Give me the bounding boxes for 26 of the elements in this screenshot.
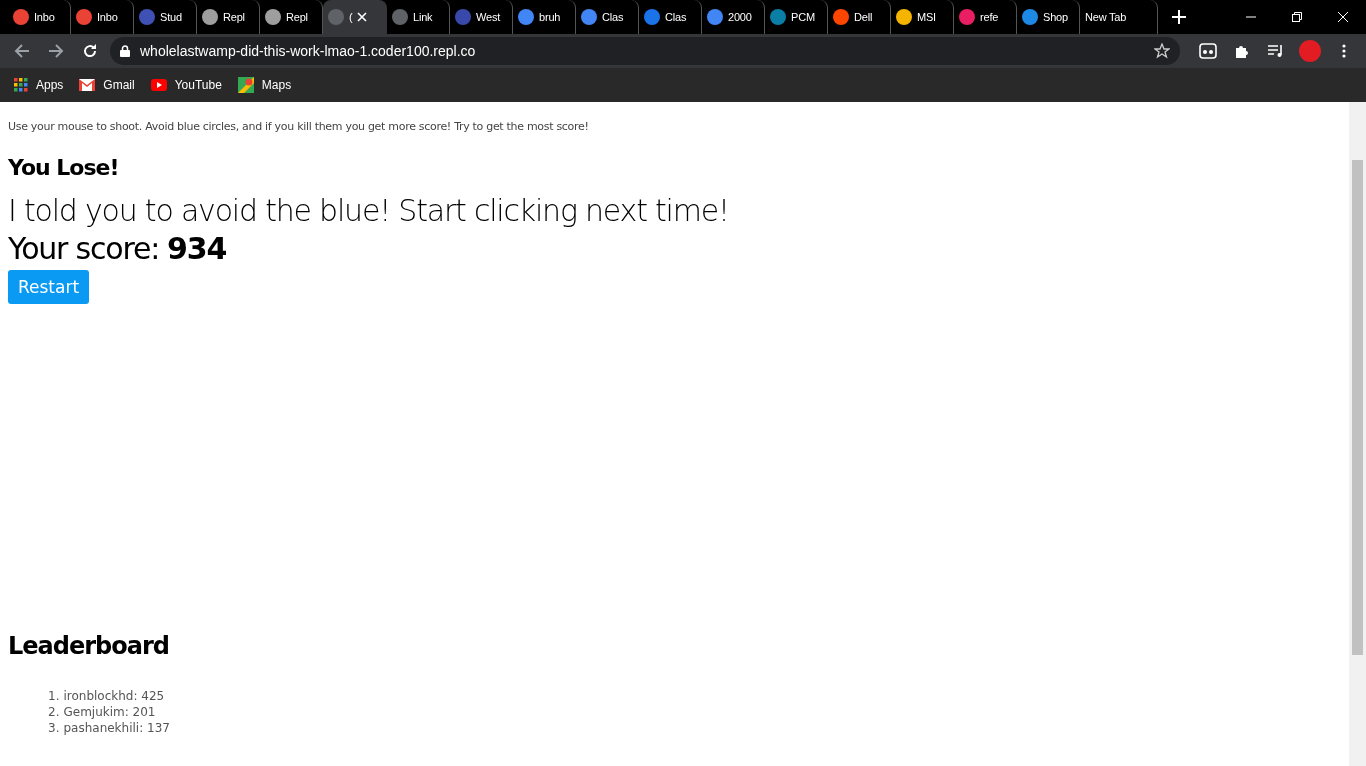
score-value: 934: [167, 230, 227, 268]
leaderboard-entry: 1. ironblockhd: 425: [48, 688, 166, 704]
close-icon[interactable]: [357, 12, 368, 22]
leaderboard-entry: 3. pashanekhili: 137: [48, 720, 171, 736]
browser-tab[interactable]: (: [323, 0, 387, 34]
scrollbar[interactable]: [1349, 102, 1366, 766]
bookmark-link[interactable]: Apps: [14, 78, 64, 92]
bookmark-link[interactable]: YouTube: [150, 78, 222, 92]
bookmark-link[interactable]: Gmail: [79, 78, 135, 92]
scrollbar-thumb[interactable]: [1352, 160, 1363, 655]
url-text: wholelastwamp-did-this-work-lmao-1.coder100.repl.co: [140, 43, 477, 59]
star-icon[interactable]: [1154, 43, 1170, 59]
envelope-icon: [79, 79, 96, 91]
bookmark-link[interactable]: Maps: [237, 77, 292, 93]
play-icon: [150, 79, 167, 91]
address-bar[interactable]: wholelastwamp-did-this-work-lmao-1.coder100.repl.co: [110, 37, 1180, 65]
profile-avatar[interactable]: [1299, 40, 1321, 62]
message-text: I told you to avoid the blue! Start clicking next time!: [8, 192, 730, 230]
result-heading: You Lose!: [8, 155, 120, 180]
map-pin-icon: [237, 77, 254, 93]
instructions-text: Use your mouse to shoot. Avoid blue circles, and if you kill them you get more score! Try to get the most score!: [8, 120, 590, 133]
apps-grid-icon: [14, 78, 28, 92]
leaderboard-entry: 2. Gemjukim: 201: [48, 704, 157, 720]
lock-icon: [120, 45, 130, 57]
score-label: Your score:: [8, 230, 160, 268]
leaderboard-heading: Leaderboard: [8, 632, 170, 660]
